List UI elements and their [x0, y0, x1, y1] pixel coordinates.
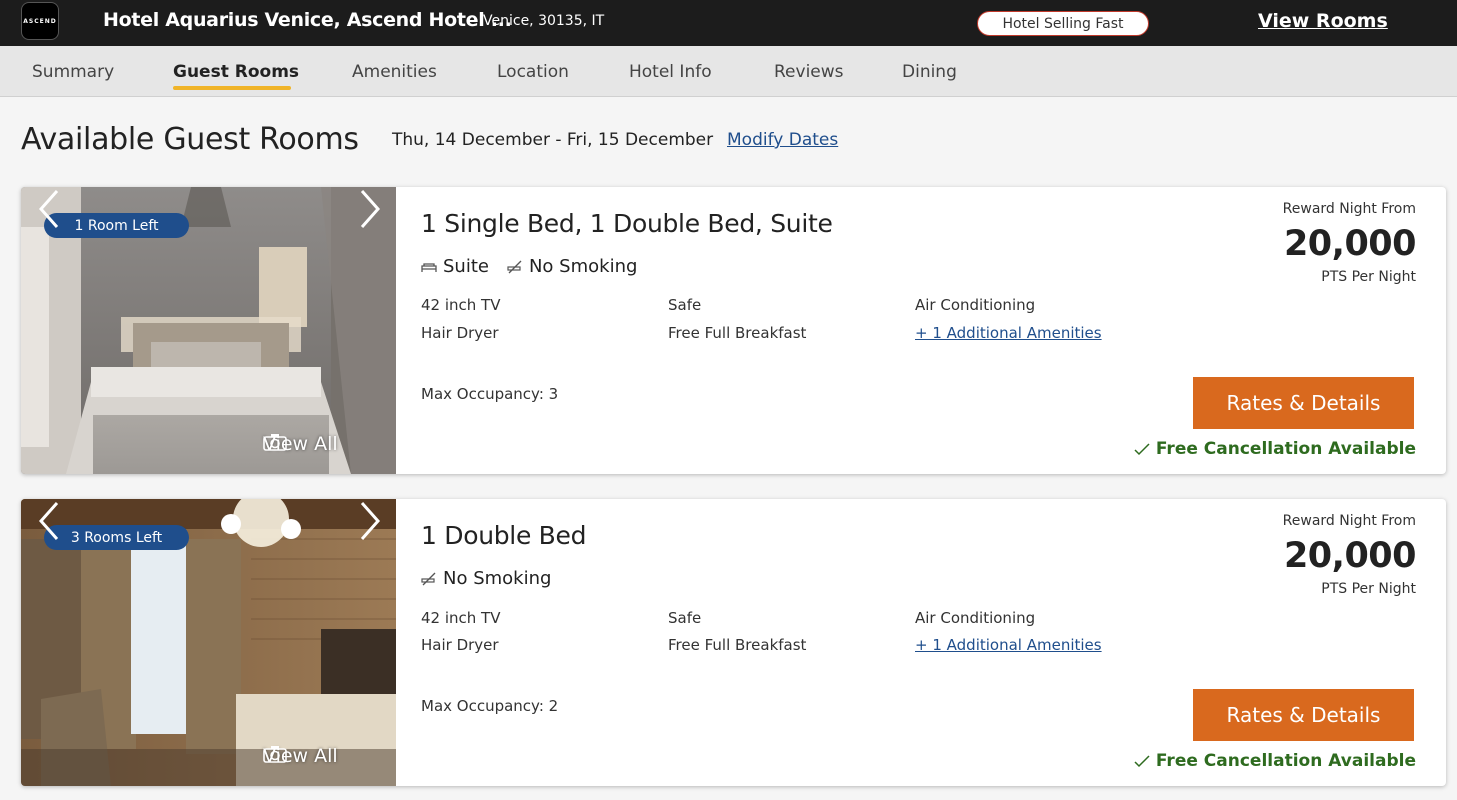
chevron-left-icon[interactable]: [35, 187, 65, 231]
top-bar: ASCEND Hotel Aquarius Venice, Ascend Hot…: [0, 0, 1457, 46]
selling-fast-badge: Hotel Selling Fast: [977, 11, 1149, 36]
free-cancellation: Free Cancellation Available: [1134, 439, 1416, 459]
reward-night-label: Reward Night From: [1282, 513, 1416, 529]
rooms-left-badge: 1 Room Left: [44, 213, 189, 238]
room-photo-carousel[interactable]: 3 Rooms Left View All: [21, 499, 396, 786]
free-cancellation: Free Cancellation Available: [1134, 751, 1416, 771]
no-smoking-label: No Smoking: [528, 256, 638, 277]
amenity-item: Air Conditioning: [915, 609, 1036, 627]
hotel-name: Hotel Aquarius Venice, Ascend Hotel ...: [103, 9, 512, 31]
tab-location[interactable]: Location: [497, 62, 569, 82]
rates-details-button[interactable]: Rates & Details: [1193, 377, 1414, 429]
check-icon: [1134, 443, 1150, 456]
no-smoking-tag: No Smoking: [421, 568, 551, 589]
amenity-item: 42 inch TV: [421, 296, 501, 314]
room-card: 1 Room Left View All 1 Single Bed, 1 Dou…: [21, 187, 1446, 474]
tab-amenities[interactable]: Amenities: [352, 62, 437, 82]
rooms-left-badge: 3 Rooms Left: [44, 525, 189, 550]
rates-details-button[interactable]: Rates & Details: [1193, 689, 1414, 741]
check-icon: [1134, 755, 1150, 768]
amenity-item: Air Conditioning: [915, 296, 1036, 314]
max-occupancy: Max Occupancy: 2: [421, 697, 559, 715]
camera-icon: [263, 746, 287, 763]
tab-summary[interactable]: Summary: [32, 62, 114, 82]
tab-hotel-info[interactable]: Hotel Info: [629, 62, 712, 82]
room-tags: No Smoking: [421, 568, 551, 589]
no-smoking-label: No Smoking: [443, 568, 552, 589]
tab-reviews[interactable]: Reviews: [774, 62, 844, 82]
stay-dates: Thu, 14 December - Fri, 15 December: [392, 130, 714, 150]
suite-label: Suite: [443, 256, 489, 277]
amenity-item: Free Full Breakfast: [668, 324, 807, 342]
view-all-photos-button[interactable]: View All: [263, 745, 338, 767]
room-card: 3 Rooms Left View All 1 Double Bed No Sm…: [21, 499, 1446, 786]
additional-amenities-link[interactable]: + 1 Additional Amenities: [915, 324, 1102, 342]
hotel-location: Venice, 30135, IT: [483, 13, 605, 29]
points-unit: PTS Per Night: [1321, 269, 1416, 285]
view-all-photos-button[interactable]: View All: [263, 433, 338, 455]
suite-tag: Suite: [421, 256, 489, 277]
additional-amenities-link[interactable]: + 1 Additional Amenities: [915, 636, 1102, 654]
free-cancellation-label: Free Cancellation Available: [1155, 751, 1416, 771]
reward-night-label: Reward Night From: [1282, 201, 1416, 217]
no-smoking-icon: [507, 260, 522, 273]
room-tags: Suite No Smoking: [421, 256, 637, 277]
no-smoking-tag: No Smoking: [507, 256, 637, 277]
points-unit: PTS Per Night: [1321, 581, 1416, 597]
amenity-item: 42 inch TV: [421, 609, 501, 627]
room-title: 1 Double Bed: [421, 521, 587, 550]
tab-guest-rooms[interactable]: Guest Rooms: [173, 62, 299, 82]
page-title: Available Guest Rooms: [21, 122, 359, 157]
chevron-right-icon[interactable]: [354, 499, 384, 543]
tab-dining[interactable]: Dining: [902, 62, 957, 82]
reward-points: 20,000: [1283, 536, 1417, 576]
bed-icon: [421, 262, 437, 272]
no-smoking-icon: [421, 572, 436, 585]
amenity-item: Free Full Breakfast: [668, 636, 807, 654]
room-title: 1 Single Bed, 1 Double Bed, Suite: [421, 209, 833, 238]
chevron-right-icon[interactable]: [354, 187, 384, 231]
active-tab-indicator: [173, 86, 291, 90]
amenity-item: Hair Dryer: [421, 324, 499, 342]
amenity-item: Safe: [668, 609, 702, 627]
modify-dates-link[interactable]: Modify Dates: [727, 130, 838, 150]
amenity-item: Safe: [668, 296, 702, 314]
reward-points: 20,000: [1283, 224, 1417, 264]
brand-logo[interactable]: ASCEND: [21, 2, 59, 40]
camera-icon: [263, 434, 287, 451]
view-rooms-link[interactable]: View Rooms: [1258, 10, 1388, 32]
chevron-left-icon[interactable]: [35, 499, 65, 543]
max-occupancy: Max Occupancy: 3: [421, 385, 559, 403]
amenity-item: Hair Dryer: [421, 636, 499, 654]
free-cancellation-label: Free Cancellation Available: [1155, 439, 1416, 459]
room-photo-carousel[interactable]: 1 Room Left View All: [21, 187, 396, 474]
section-tabs: Summary Guest Rooms Amenities Location H…: [0, 46, 1457, 97]
